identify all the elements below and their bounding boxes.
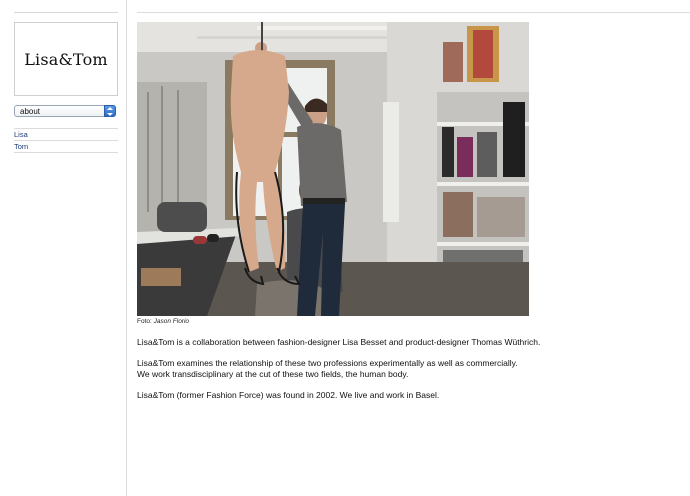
nav-item-lisa[interactable]: Lisa: [14, 128, 118, 140]
section-select-value: about: [20, 107, 41, 116]
nav-item-tom[interactable]: Tom: [14, 140, 118, 153]
photo-caption: Foto: Jason Florio: [137, 318, 189, 325]
caption-prefix: Foto:: [137, 318, 152, 325]
logo[interactable]: Lisa&Tom: [14, 22, 118, 96]
about-line: Lisa&Tom is a collaboration between fash…: [137, 337, 541, 347]
caption-author: Jason Florio: [153, 318, 190, 325]
main-top-divider: [137, 12, 690, 13]
about-paragraph: Lisa&Tom is a collaboration between fash…: [137, 337, 657, 348]
select-arrows-icon: [104, 105, 116, 117]
sidebar: Lisa&Tom about Lisa Tom: [0, 0, 127, 496]
about-line: Lisa&Tom examines the relationship of th…: [137, 358, 518, 368]
about-paragraph: Lisa&Tom (former Fashion Force) was foun…: [137, 390, 657, 401]
about-text: Lisa&Tom is a collaboration between fash…: [137, 337, 657, 411]
section-select[interactable]: about: [14, 105, 116, 117]
about-line: We work transdisciplinary at the cut of …: [137, 368, 409, 379]
sidebar-top-divider: [14, 12, 118, 13]
studio-photo: [137, 22, 529, 316]
sidebar-nav: Lisa Tom: [14, 128, 118, 153]
about-line: Lisa&Tom (former Fashion Force) was foun…: [137, 389, 440, 400]
studio-photo-image: [137, 22, 529, 316]
logo-text: Lisa&Tom: [24, 49, 108, 69]
about-paragraph: Lisa&Tom examines the relationship of th…: [137, 358, 657, 379]
